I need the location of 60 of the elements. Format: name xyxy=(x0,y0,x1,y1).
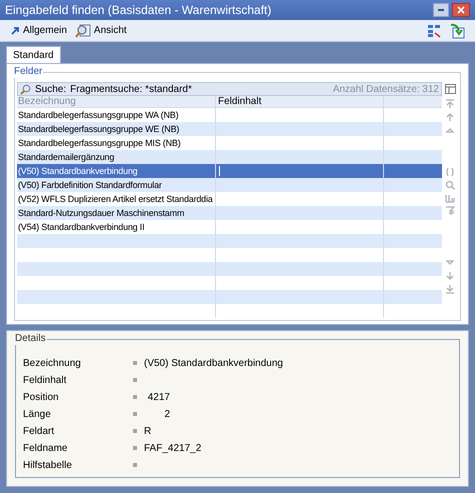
field-label: Bezeichnung xyxy=(23,356,82,370)
tab[interactable]: Standard xyxy=(6,46,61,63)
close-button[interactable] xyxy=(452,3,470,17)
table-row[interactable]: (V50) Standardbankverbindung xyxy=(17,164,442,178)
table-row[interactable]: Standard-Nutzungsdauer Maschinenstamm xyxy=(17,206,442,220)
table-row[interactable]: (V50) Farbdefinition Standardformular xyxy=(17,178,442,192)
table-cell-text: Standardbelegerfassungsgruppe MIS (NB) xyxy=(17,137,182,150)
table-cell-text: (V50) Farbdefinition Standardformular xyxy=(17,179,163,192)
table-cell-text: (V54) Standardbankverbindung II xyxy=(17,221,146,234)
group-title: Felder xyxy=(14,66,44,78)
search-label: Suche: xyxy=(35,82,66,96)
bullet-icon xyxy=(133,395,137,399)
filter-icon[interactable] xyxy=(445,206,455,216)
table-cell-text: Standardbelegerfassungsgruppe WA (NB) xyxy=(17,109,180,122)
toolbar-button[interactable]: Allgemein xyxy=(10,23,67,38)
import-icon[interactable] xyxy=(449,22,465,38)
last-record-icon[interactable] xyxy=(445,284,455,294)
search-query: Fragmentsuche: *standard* xyxy=(70,82,193,96)
up-arrow-icon[interactable] xyxy=(445,112,455,122)
record-count: Anzahl Datensätze: 312 xyxy=(332,82,439,96)
columns-icon[interactable] xyxy=(445,193,455,203)
search-icon[interactable] xyxy=(445,180,455,190)
grid-icon[interactable] xyxy=(427,24,441,38)
brackets-icon[interactable] xyxy=(445,167,455,177)
column-settings-icon[interactable] xyxy=(444,84,456,94)
field-label: Hilfstabelle xyxy=(23,458,73,472)
table-cell-text: Standardemailergänzung xyxy=(17,151,116,164)
bullet-icon xyxy=(133,446,137,450)
column-header[interactable]: Feldinhalt xyxy=(215,96,383,107)
table-row[interactable]: Standardemailergänzung xyxy=(17,150,442,164)
bullet-icon xyxy=(133,378,137,382)
bullet-icon xyxy=(133,429,137,433)
bullet-icon xyxy=(133,412,137,416)
minimize-button[interactable] xyxy=(433,3,449,17)
field-label: Länge xyxy=(23,408,52,422)
field-label: Feldinhalt xyxy=(23,374,68,388)
bullet-icon xyxy=(133,361,137,365)
table-cell-text: (V50) Standardbankverbindung xyxy=(17,165,138,178)
toolbar-button[interactable]: Ansicht xyxy=(74,23,127,38)
magnifier-icon xyxy=(74,24,91,38)
field-label: Feldname xyxy=(23,442,68,456)
group-title: Details xyxy=(15,333,47,345)
bullet-icon xyxy=(133,463,137,467)
arrow-icon xyxy=(10,26,20,36)
close-icon xyxy=(457,6,465,14)
field-value: 2 xyxy=(163,408,170,422)
field-label: Position xyxy=(23,390,60,404)
first-record-icon[interactable] xyxy=(445,99,455,109)
field-value: R xyxy=(144,424,152,438)
field-label: Feldart xyxy=(23,424,56,438)
table-cell-text: (V52) WFLS Duplizieren Artikel ersetzt Standarddia xyxy=(17,193,214,206)
down-arrow-icon[interactable] xyxy=(445,271,455,281)
field-value: FAF_4217_2 xyxy=(144,442,202,456)
table-row[interactable]: Standardbelegerfassungsgruppe WE (NB) xyxy=(17,122,442,136)
table-cell-text: Standard-Nutzungsdauer Maschinenstamm xyxy=(17,207,186,220)
field-value: 4217 xyxy=(146,390,170,404)
table-cell-text: Standardbelegerfassungsgruppe WE (NB) xyxy=(17,123,180,136)
window-title: Eingabefeld finden (Basisdaten - Warenwirtschaft) xyxy=(5,2,272,19)
field-value: (V50) Standardbankverbindung xyxy=(144,356,283,370)
text-cursor xyxy=(219,166,220,176)
